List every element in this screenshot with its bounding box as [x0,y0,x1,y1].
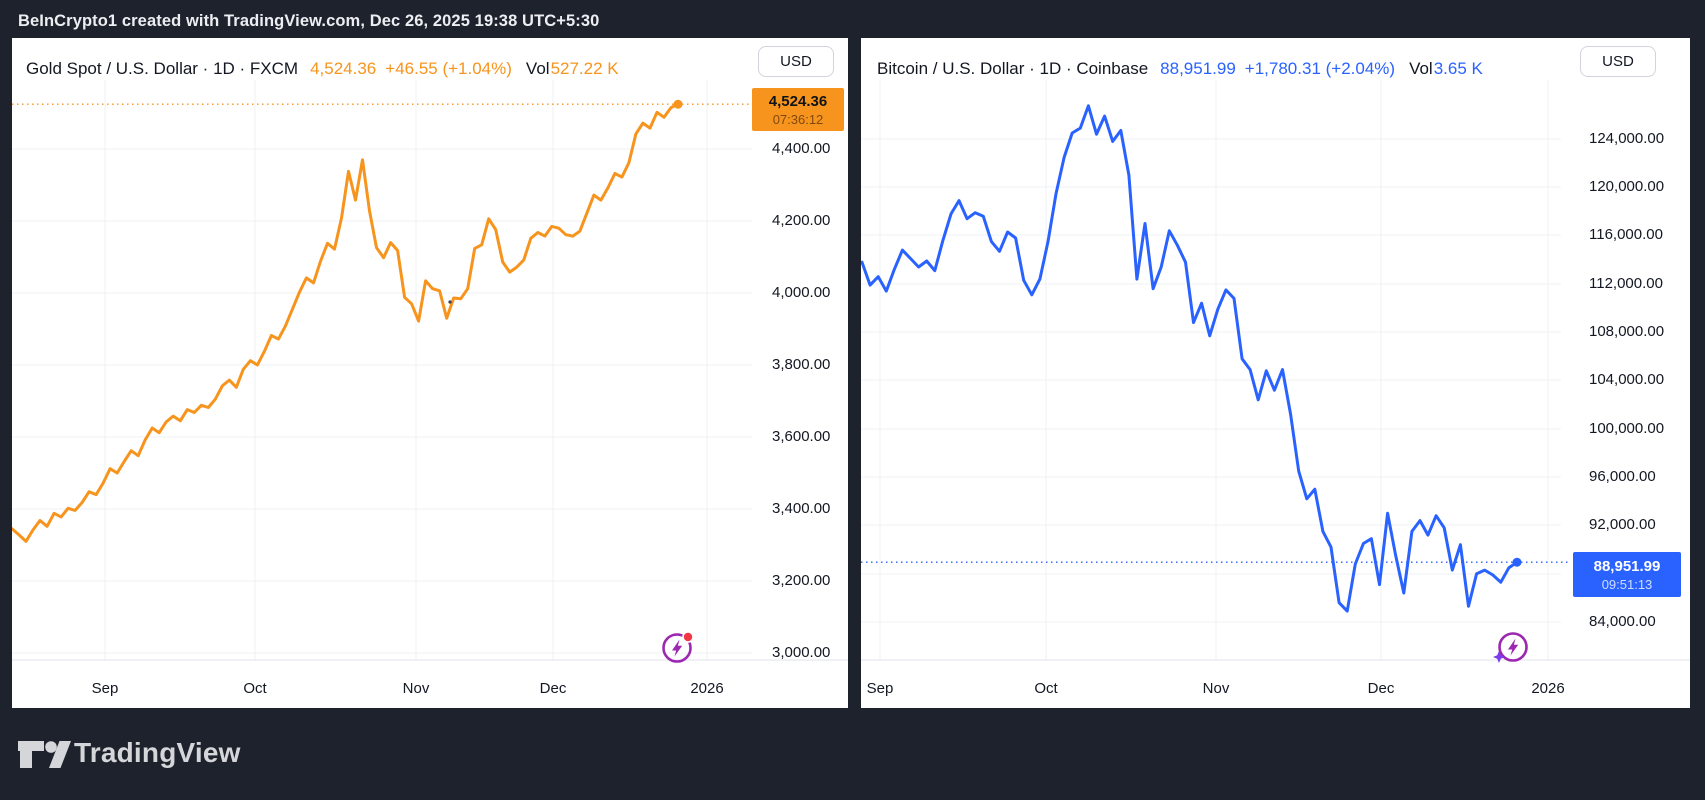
bitcoin-price-badge: 88,951.99 09:51:13 [1573,552,1681,597]
bitcoin-last-price: 88,951.99 [1160,59,1236,78]
price-axis-label: 4,400.00 [772,139,830,159]
tradingview-brand-text[interactable]: TradingView [74,737,241,769]
price-axis-label: 3,000.00 [772,643,830,663]
bitcoin-currency-button[interactable]: USD [1580,46,1656,77]
price-axis-label: 4,200.00 [772,211,830,231]
time-axis-label: Sep [92,679,119,699]
price-axis-label: 104,000.00 [1589,370,1664,390]
time-axis-label: Nov [403,679,430,699]
price-axis-label: 4,000.00 [772,283,830,303]
price-axis-label: 84,000.00 [1589,612,1656,632]
gold-volume-value: 527.22 K [551,59,619,78]
bitcoin-chart-panel: Bitcoin / U.S. Dollar · 1D · Coinbase 88,… [861,38,1690,708]
time-axis-label: Nov [1203,679,1230,699]
gold-symbol-title: Gold Spot / U.S. Dollar · 1D · FXCM [26,59,298,78]
bitcoin-volume-label: Vol [1409,59,1433,78]
gold-badge-price: 4,524.36 [769,92,827,112]
time-axis-label: Oct [243,679,266,699]
price-axis-label: 3,800.00 [772,355,830,375]
time-axis-label: 2026 [1531,679,1564,699]
time-axis-label: Oct [1034,679,1057,699]
bitcoin-symbol-title: Bitcoin / U.S. Dollar · 1D · Coinbase [877,59,1148,78]
time-axis-label: Sep [867,679,894,699]
gold-badge-countdown: 07:36:12 [773,112,824,128]
time-axis-label: Dec [1368,679,1395,699]
price-axis-label: 100,000.00 [1589,419,1664,439]
gold-volume-label: Vol [526,59,550,78]
price-axis-label: 92,000.00 [1589,515,1656,535]
gold-header: Gold Spot / U.S. Dollar · 1D · FXCM 4,524… [26,54,619,84]
gold-currency-button[interactable]: USD [758,46,834,77]
gold-price-badge: 4,524.36 07:36:12 [752,88,844,131]
attribution-bar: BeInCrypto1 created with TradingView.com… [18,9,599,33]
gold-chart-panel: Gold Spot / U.S. Dollar · 1D · FXCM 4,524… [12,38,848,708]
bitcoin-chart-canvas [861,38,1690,708]
flash-ideas-icon[interactable] [656,626,700,670]
flash-spark-icon[interactable] [1490,626,1534,670]
gold-chart-canvas [12,38,848,708]
time-axis-label: Dec [540,679,567,699]
price-axis-label: 116,000.00 [1589,225,1663,245]
price-axis-label: 3,200.00 [772,571,830,591]
gold-change: +46.55 (+1.04%) [385,59,512,78]
price-axis-label: 120,000.00 [1589,177,1664,197]
bitcoin-badge-price: 88,951.99 [1594,557,1661,577]
bitcoin-volume-value: 3.65 K [1434,59,1483,78]
time-axis-label: 2026 [690,679,723,699]
gold-last-price: 4,524.36 [310,59,376,78]
bitcoin-badge-countdown: 09:51:13 [1602,577,1653,593]
bitcoin-header: Bitcoin / U.S. Dollar · 1D · Coinbase 88,… [877,54,1483,84]
price-axis-label: 96,000.00 [1589,467,1656,487]
tradingview-logo-icon[interactable] [18,741,72,769]
price-axis-label: 124,000.00 [1589,129,1664,149]
price-axis-label: 108,000.00 [1589,322,1664,342]
price-axis-label: 3,600.00 [772,427,830,447]
bitcoin-change: +1,780.31 (+2.04%) [1245,59,1395,78]
price-axis-label: 112,000.00 [1589,274,1663,294]
price-axis-label: 3,400.00 [772,499,830,519]
